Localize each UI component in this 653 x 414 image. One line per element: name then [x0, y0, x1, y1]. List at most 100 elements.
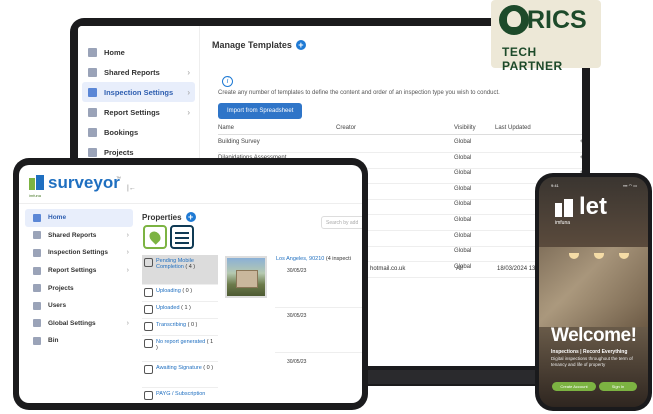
inspection-settings-icon — [88, 87, 97, 97]
template-visibility: Global — [454, 217, 472, 223]
sidebar-item-label: Projects — [48, 284, 74, 292]
page-title: Manage Templates + — [212, 40, 306, 50]
report-settings-icon — [88, 107, 97, 117]
sidebar-item-bookings[interactable]: Bookings — [82, 122, 195, 142]
add-template-icon[interactable]: + — [295, 40, 306, 50]
sign-in-button[interactable]: Sign In — [599, 382, 637, 391]
chevron-right-icon: › — [187, 107, 190, 117]
chevron-right-icon: › — [126, 319, 129, 327]
import-spreadsheet-button[interactable]: Import from Spreadsheet — [218, 103, 303, 119]
edit-icon[interactable]: ✎ — [580, 155, 582, 162]
collapse-sidebar-icon[interactable]: |← — [127, 185, 136, 192]
chevron-right-icon: › — [126, 249, 129, 257]
status-filter-text: Awaiting Signature ( 0 ) — [156, 365, 213, 371]
sidebar-item-label: Report Settings — [48, 267, 97, 275]
status-filter-transcribing[interactable]: Transcribing ( 0 ) — [142, 319, 218, 336]
trademark: ™ — [116, 176, 121, 182]
status-filter-list: Pending Mobile Completion ( 4 ) Uploading… — [142, 255, 218, 403]
sidebar-item-users[interactable]: Users — [25, 297, 133, 315]
templates-table-header: Name Creator Visibility Last Updated — [218, 123, 582, 135]
templates-description: Create any number of templates to define… — [218, 90, 500, 96]
status-filter-count: ( 0 ) — [187, 322, 198, 328]
template-visibility: Global — [454, 139, 472, 145]
phone-screen: 9:41 ▪▪▪ ◠ ▭ let imfuna Welcome! Inspect… — [539, 177, 648, 407]
status-time: 9:41 — [551, 183, 559, 188]
tagline: Inspections | Record Everything — [551, 349, 628, 355]
rics-lion-icon — [499, 5, 529, 35]
chevron-right-icon: › — [187, 67, 190, 77]
tablet-device: surveyor imfuna ™ |← Home Shared Reports ›… — [13, 158, 368, 410]
bin-icon — [33, 336, 41, 345]
sidebar-item-global-settings[interactable]: Global Settings › — [25, 315, 133, 333]
column-header-name[interactable]: Name — [218, 125, 234, 131]
sidebar-item-home[interactable]: Home — [25, 209, 133, 227]
status-filter-text: Uploading ( 0 ) — [156, 288, 192, 294]
template-visibility: Global — [454, 154, 472, 161]
column-header-creator[interactable]: Creator — [336, 125, 356, 131]
status-filter-count: ( 1 ) — [181, 305, 191, 311]
map-view-icon[interactable] — [143, 225, 167, 249]
sidebar-item-label: Shared Reports — [48, 231, 97, 239]
sidebar-item-label: Bin — [48, 337, 59, 345]
status-filter-uploading[interactable]: Uploading ( 0 ) — [142, 285, 218, 302]
status-filter-label: No report generated — [156, 339, 206, 345]
sidebar-item-report-settings[interactable]: Report Settings › — [25, 262, 133, 280]
status-filter-label: Uploaded — [156, 305, 180, 311]
sidebar-item-projects[interactable]: Projects — [25, 279, 133, 297]
column-header-visibility[interactable]: Visibility — [454, 125, 476, 131]
create-account-button[interactable]: Create Account — [552, 382, 596, 391]
tablet-screen: surveyor imfuna ™ |← Home Shared Reports ›… — [19, 165, 362, 403]
sidebar-item-home[interactable]: Home — [82, 42, 195, 62]
filter-icon[interactable] — [170, 225, 194, 249]
inspection-date: 30/05/23 — [287, 313, 307, 319]
sidebar-item-report-settings[interactable]: Report Settings › — [82, 102, 195, 122]
sidebar-item-shared-reports[interactable]: Shared Reports › — [82, 62, 195, 82]
report-settings-icon — [33, 266, 41, 275]
surveyor-logo-text: surveyor — [48, 173, 120, 192]
sidebar-item-label: Projects — [104, 147, 134, 157]
edit-icon[interactable]: ✎ — [580, 139, 582, 146]
table-row[interactable]: Building Survey Global ✎ — [218, 137, 582, 153]
inspection-settings-icon — [33, 248, 41, 257]
tablet-sidebar: Home Shared Reports › Inspection Settings › R… — [25, 209, 133, 350]
projects-icon — [33, 284, 41, 293]
pending-mobile-completion-icon — [144, 258, 153, 267]
property-photo[interactable] — [225, 256, 267, 298]
app-description: Digital inspections throughout the term … — [551, 356, 633, 367]
inspection-date: 30/05/23 — [287, 359, 307, 365]
property-inspection-count: (4 inspecti — [325, 256, 351, 262]
property-search-input[interactable]: Search by add — [321, 216, 362, 229]
status-filter-pending-mobile-completion[interactable]: Pending Mobile Completion ( 4 ) — [142, 255, 218, 285]
users-icon — [33, 301, 41, 310]
sidebar-item-label: Users — [48, 302, 67, 310]
column-header-last-updated[interactable]: Last Updated — [495, 125, 531, 131]
property-address-link[interactable]: Los Angeles, 90210 — [276, 256, 324, 262]
kitchen-photo — [539, 247, 648, 327]
status-filter-label: Transcribing — [156, 322, 187, 328]
status-filter-no-report-generated[interactable]: No report generated ( 1 ) — [142, 336, 218, 362]
add-property-icon[interactable]: + — [185, 212, 196, 222]
properties-title-text: Properties — [142, 212, 182, 222]
global-settings-icon — [33, 319, 41, 328]
status-filter-text: No report generated ( 1 ) — [156, 339, 216, 351]
template-visibility: Global — [454, 232, 472, 239]
sidebar-item-bin[interactable]: Bin — [25, 332, 133, 350]
sidebar-item-label: Global Settings — [48, 319, 96, 327]
status-filter-label: Uploading — [156, 288, 181, 294]
status-filter-payg-subscription[interactable]: PAYG / Subscription — [142, 388, 218, 403]
rics-badge: RICS TECH PARTNER — [491, 0, 601, 73]
sidebar-item-shared-reports[interactable]: Shared Reports › — [25, 227, 133, 245]
uploaded-icon — [144, 305, 153, 314]
header-divider — [19, 203, 362, 204]
sidebar-item-inspection-settings[interactable]: Inspection Settings › — [82, 82, 195, 102]
status-filter-awaiting-signature[interactable]: Awaiting Signature ( 0 ) — [142, 362, 218, 388]
creator-email: hotmail.co.uk — [370, 266, 406, 272]
status-filter-count: ( 4 ) — [185, 264, 196, 270]
sidebar-item-label: Home — [104, 47, 125, 57]
status-filter-uploaded[interactable]: Uploaded ( 1 ) — [142, 302, 218, 319]
template-visibility: Global — [454, 248, 472, 255]
surveyor-logo: surveyor — [29, 173, 120, 192]
template-visibility: Global — [454, 185, 472, 192]
property-address[interactable]: Los Angeles, 90210 (4 inspecti — [276, 256, 351, 262]
sidebar-item-inspection-settings[interactable]: Inspection Settings › — [25, 244, 133, 262]
